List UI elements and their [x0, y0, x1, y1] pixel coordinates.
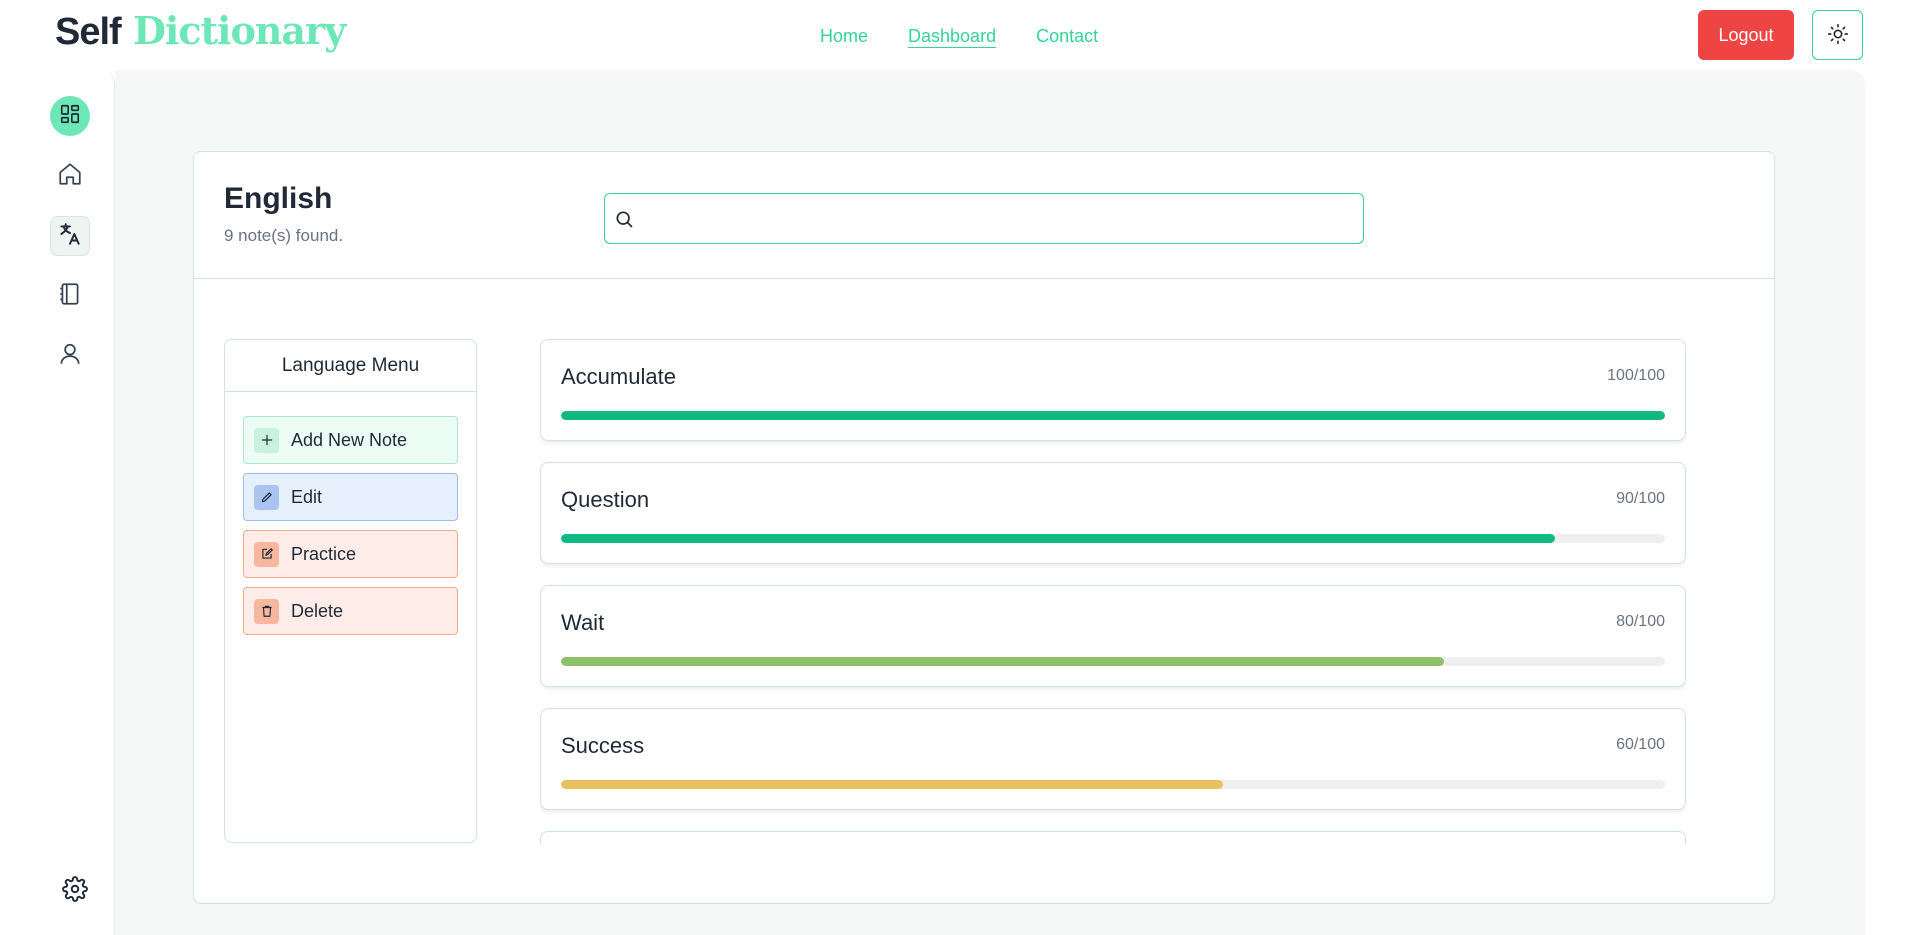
- trash-icon: [254, 598, 279, 624]
- notes-count: 9 note(s) found.: [224, 226, 344, 245]
- note-progress-track: [561, 534, 1665, 543]
- practice-button[interactable]: Practice: [243, 530, 458, 578]
- search-box[interactable]: [604, 193, 1364, 244]
- edit-button[interactable]: Edit: [243, 473, 458, 521]
- gear-icon: [62, 875, 88, 907]
- search-input[interactable]: [641, 194, 1341, 243]
- note-score: 80/100: [1616, 613, 1665, 630]
- add-new-note-label: Add New Note: [291, 429, 408, 450]
- note-card[interactable]: Question 90/100: [540, 462, 1686, 564]
- practice-icon: [254, 541, 279, 567]
- home-icon: [57, 161, 83, 192]
- note-score: 90/100: [1616, 490, 1665, 507]
- sidebar-item-translate[interactable]: [50, 216, 90, 256]
- notes-list: Accumulate 100/100 Question 90/100 Wait …: [540, 339, 1686, 844]
- note-word: Success: [561, 733, 645, 758]
- sidebar-item-home[interactable]: [50, 156, 90, 196]
- nav-home-link[interactable]: Home: [820, 26, 868, 47]
- note-card[interactable]: Accumulate 100/100: [540, 339, 1686, 441]
- note-progress-track: [561, 780, 1665, 789]
- brand-part-dictionary: Dictionary: [132, 8, 346, 53]
- language-menu: Language Menu Add New Note Edit Practice…: [224, 339, 477, 843]
- sidebar-item-profile[interactable]: [50, 336, 90, 376]
- note-word: Question: [561, 487, 650, 512]
- note-progress-track: [561, 657, 1665, 666]
- language-menu-title: Language Menu: [225, 340, 476, 392]
- user-icon: [57, 341, 83, 372]
- translate-icon: [57, 221, 83, 252]
- language-card: English 9 note(s) found. Language Menu A…: [193, 151, 1775, 904]
- search-icon: [614, 209, 634, 234]
- brand-logo[interactable]: Self Dictionary: [55, 8, 346, 54]
- logout-button[interactable]: Logout: [1698, 10, 1794, 60]
- delete-button[interactable]: Delete: [243, 587, 458, 635]
- pencil-icon: [254, 484, 279, 510]
- note-word: Wait: [561, 610, 605, 635]
- note-score: 100/100: [1607, 367, 1665, 384]
- sun-icon: [1827, 23, 1849, 48]
- note-progress-fill: [561, 780, 1224, 789]
- main-nav: Home Dashboard Contact: [820, 26, 1098, 47]
- add-new-note-button[interactable]: Add New Note: [243, 416, 458, 464]
- note-progress-track: [561, 411, 1665, 420]
- note-card[interactable]: Wait 80/100: [540, 585, 1686, 687]
- delete-label: Delete: [291, 600, 344, 621]
- note-progress-fill: [561, 657, 1445, 666]
- page-title: English: [224, 182, 333, 215]
- sidebar-item-notebook[interactable]: [50, 276, 90, 316]
- sidebar: [0, 70, 115, 935]
- practice-label: Practice: [291, 543, 357, 564]
- top-navbar: Self Dictionary Home Dashboard Contact L…: [0, 0, 1910, 70]
- notebook-icon: [57, 281, 83, 312]
- sidebar-item-dashboard[interactable]: [50, 96, 90, 136]
- nav-dashboard-link[interactable]: Dashboard: [908, 26, 996, 47]
- theme-toggle-button[interactable]: [1812, 10, 1863, 60]
- sidebar-item-settings[interactable]: [55, 871, 95, 911]
- note-card-partial[interactable]: [540, 831, 1686, 844]
- nav-contact-link[interactable]: Contact: [1036, 26, 1098, 47]
- brand-part-self: Self: [55, 11, 122, 53]
- dashboard-icon: [59, 103, 81, 130]
- plus-icon: [254, 427, 279, 453]
- note-progress-fill: [561, 411, 1665, 420]
- card-header: English 9 note(s) found.: [194, 152, 1774, 279]
- note-score: 60/100: [1616, 736, 1665, 753]
- note-progress-fill: [561, 534, 1555, 543]
- note-card[interactable]: Success 60/100: [540, 708, 1686, 810]
- note-word: Accumulate: [561, 364, 676, 389]
- edit-label: Edit: [291, 486, 323, 507]
